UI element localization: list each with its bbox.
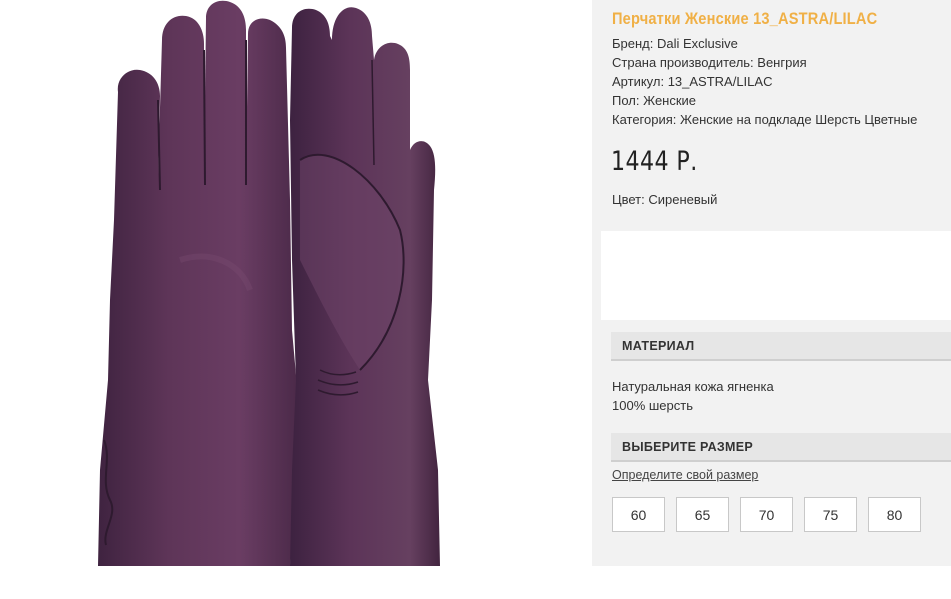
material-line-1: Натуральная кожа ягненка xyxy=(612,379,774,394)
product-price: 1444 Р. xyxy=(611,146,698,177)
product-image xyxy=(0,0,592,566)
spec-brand: Бренд: Dali Exclusive xyxy=(612,36,738,51)
right-glove xyxy=(290,7,440,566)
left-glove xyxy=(98,0,300,566)
spec-article: Артикул: 13_ASTRA/LILAC xyxy=(612,74,773,89)
size-button-65[interactable]: 65 xyxy=(676,497,729,532)
material-line-2: 100% шерсть xyxy=(612,398,693,413)
material-header: МАТЕРИАЛ xyxy=(611,332,951,361)
spec-country: Страна производитель: Венгрия xyxy=(612,55,807,70)
spec-gender: Пол: Женские xyxy=(612,93,697,108)
product-info-panel: Перчатки Женские 13_ASTRA/LILAC Бренд: D… xyxy=(592,0,951,566)
product-specs: Бренд: Dali Exclusive Страна производите… xyxy=(612,34,917,129)
product-title: Перчатки Женские 13_ASTRA/LILAC xyxy=(612,9,878,28)
material-description: Натуральная кожа ягненка 100% шерсть xyxy=(612,377,774,415)
size-button-80[interactable]: 80 xyxy=(868,497,921,532)
size-options: 60 65 70 75 80 xyxy=(612,497,921,532)
spec-category: Категория: Женские на подкладе Шерсть Цв… xyxy=(612,112,918,127)
size-button-70[interactable]: 70 xyxy=(740,497,793,532)
size-guide-link[interactable]: Определите свой размер xyxy=(612,468,758,482)
product-color: Цвет: Сиреневый xyxy=(612,192,718,207)
size-button-75[interactable]: 75 xyxy=(804,497,857,532)
gloves-illustration xyxy=(98,0,440,566)
blank-panel xyxy=(601,231,951,320)
size-button-60[interactable]: 60 xyxy=(612,497,665,532)
size-header: ВЫБЕРИТЕ РАЗМЕР xyxy=(611,433,951,462)
